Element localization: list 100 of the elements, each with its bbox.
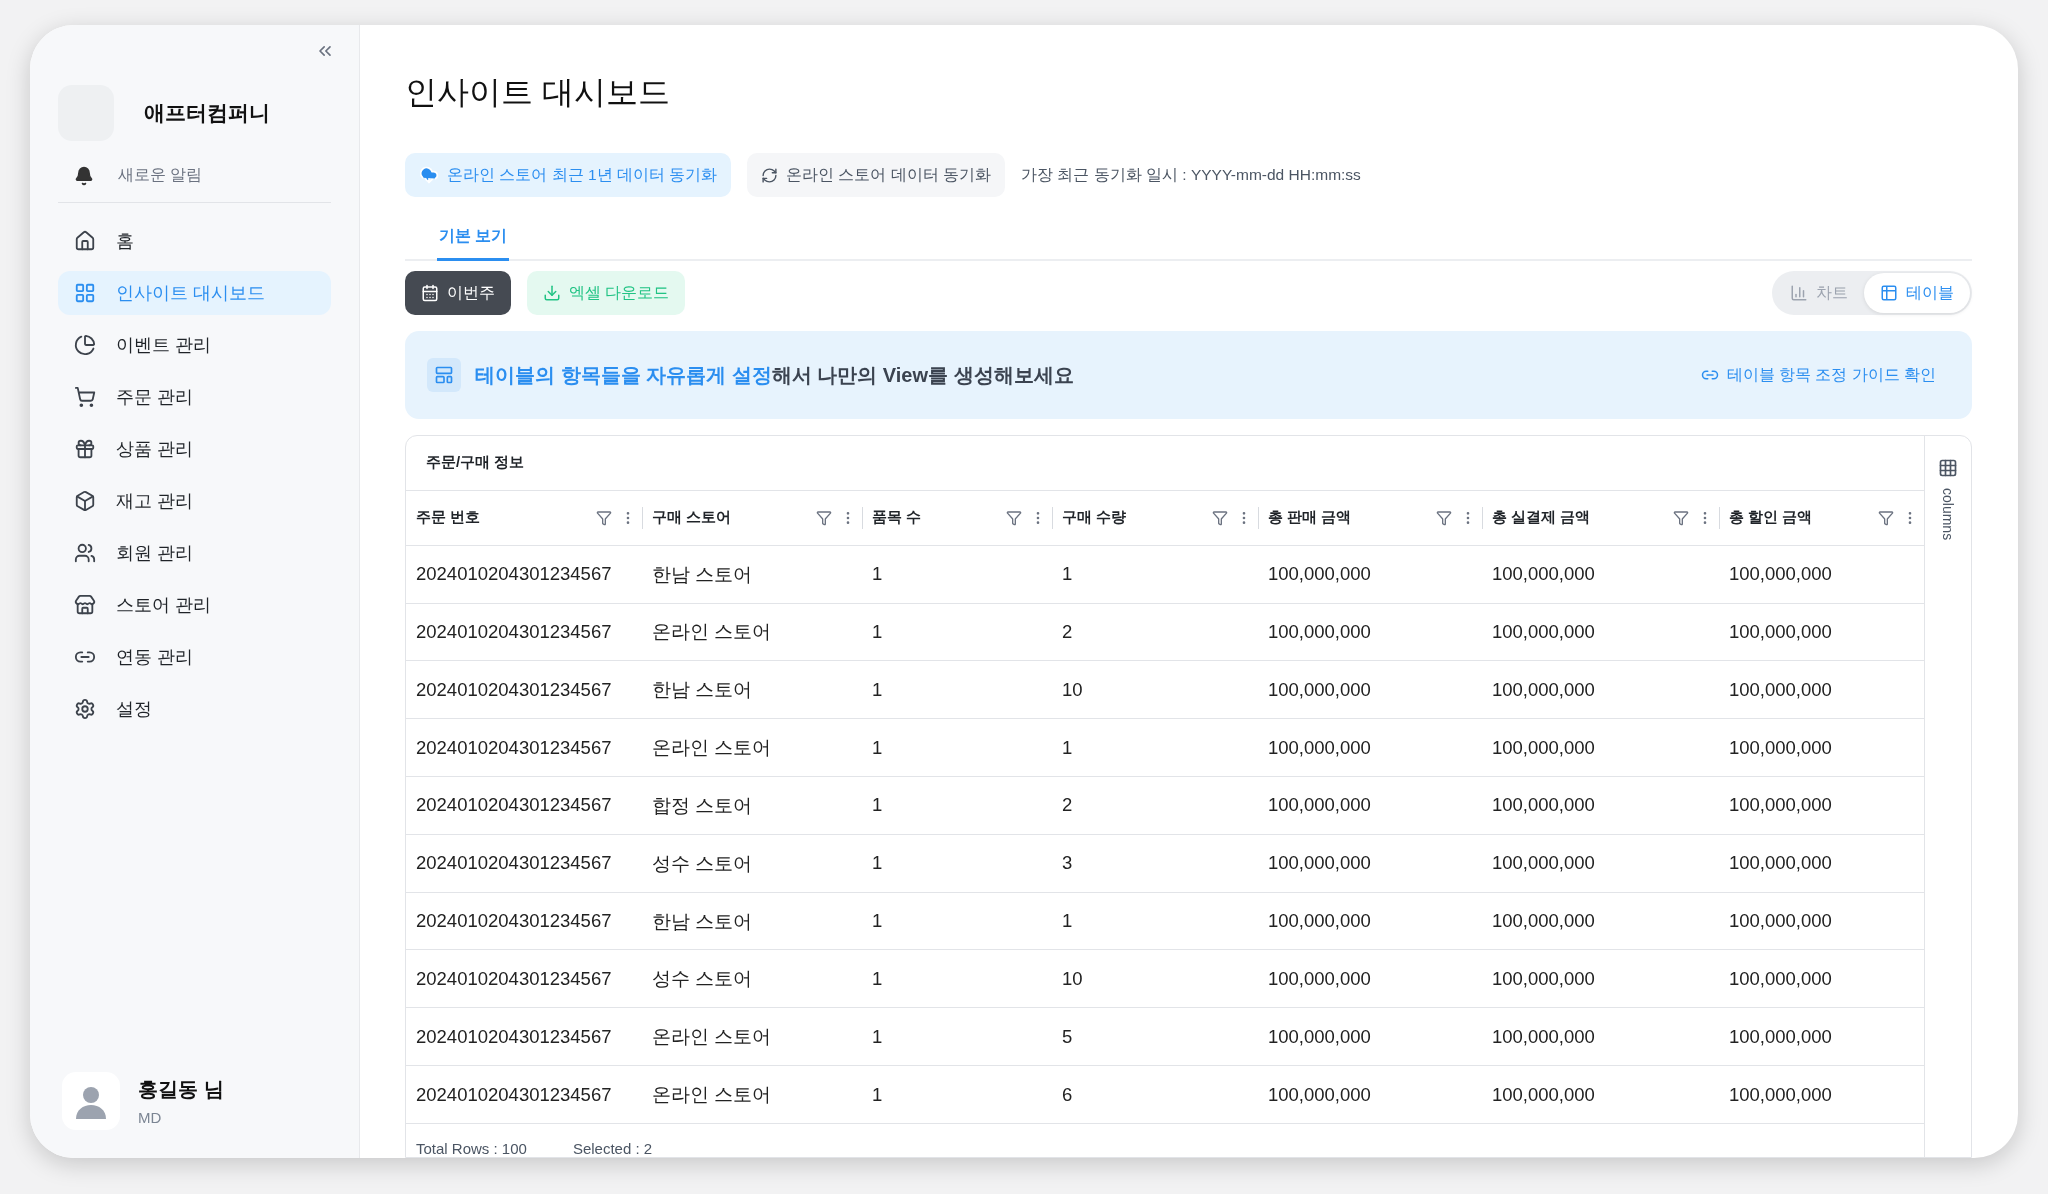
table-cell: 2024010204301234567 (416, 1025, 612, 1048)
selected-count-text: Selected : 2 (572, 1139, 653, 1157)
sidebar-item[interactable]: 스토어 관리 (58, 583, 331, 627)
sidebar-item[interactable]: 연동 관리 (58, 635, 331, 679)
columns-label[interactable]: columns (1940, 488, 1956, 541)
filter-icon[interactable] (816, 509, 832, 526)
table-cell: 2 (1062, 620, 1073, 643)
filter-icon[interactable] (1878, 509, 1894, 526)
table-cell: 1 (872, 736, 883, 759)
sidebar-item[interactable]: 회원 관리 (58, 531, 331, 575)
table-cell: 100,000,000 (1268, 620, 1371, 643)
table-cell: 100,000,000 (1492, 563, 1595, 586)
download-icon (543, 284, 561, 302)
sidebar-item[interactable]: 재고 관리 (58, 479, 331, 523)
table-cell: 1 (872, 1025, 883, 1048)
table-cell: 1 (872, 1083, 883, 1106)
table-cell: 1 (1062, 563, 1073, 586)
sidebar-item[interactable]: 홈 (58, 219, 331, 263)
table-cell: 100,000,000 (1729, 1083, 1832, 1106)
refresh-icon (761, 166, 779, 184)
avatar (62, 1072, 120, 1130)
table-cell: 100,000,000 (1492, 1025, 1595, 1048)
table-cell: 100,000,000 (1729, 563, 1832, 586)
users-icon (74, 542, 96, 564)
sidebar-item[interactable]: 주문 관리 (58, 375, 331, 419)
table-cell: 100,000,000 (1729, 910, 1832, 933)
table-cell: 2024010204301234567 (416, 967, 612, 990)
column-header: 구매 수량 (1062, 508, 1127, 528)
layout-icon (427, 358, 461, 392)
user-role: MD (138, 1109, 163, 1126)
table-cell-text: 온라인 스토어 (652, 1083, 772, 1108)
table-cell: 100,000,000 (1268, 794, 1371, 817)
table-cell: 10 (1062, 967, 1083, 990)
table-cell: 3 (1062, 852, 1073, 875)
table-cell: 1 (872, 620, 883, 643)
table-cell: 100,000,000 (1729, 678, 1832, 701)
table-cell: 100,000,000 (1268, 563, 1371, 586)
bar-chart-icon (1790, 284, 1808, 302)
column-header: 총 할인 금액 (1729, 508, 1813, 528)
column-header: 총 판매 금액 (1268, 508, 1352, 528)
pie-chart-icon (74, 334, 96, 356)
settings-icon (74, 698, 96, 720)
table-cell: 100,000,000 (1492, 852, 1595, 875)
table-cell: 2024010204301234567 (416, 678, 612, 701)
table-cell: 2024010204301234567 (416, 1083, 612, 1106)
store-icon (74, 594, 96, 616)
table-cell: 100,000,000 (1268, 967, 1371, 990)
table-cell: 2024010204301234567 (416, 852, 612, 875)
table-cell: 2024010204301234567 (416, 794, 612, 817)
filter-icon[interactable] (1673, 509, 1689, 526)
table-cell: 100,000,000 (1492, 1083, 1595, 1106)
table-cell: 1 (872, 678, 883, 701)
filter-icon[interactable] (1436, 509, 1452, 526)
table-cell: 100,000,000 (1729, 736, 1832, 759)
table-cell: 1 (872, 910, 883, 933)
table-cell: 100,000,000 (1268, 1025, 1371, 1048)
table-cell: 100,000,000 (1492, 910, 1595, 933)
table-cell: 100,000,000 (1268, 1083, 1371, 1106)
table-cell-text: 한남 스토어 (652, 909, 753, 934)
table-cell: 100,000,000 (1729, 620, 1832, 643)
table-cell: 100,000,000 (1268, 678, 1371, 701)
table-cell: 100,000,000 (1268, 852, 1371, 875)
filter-icon[interactable] (596, 509, 612, 526)
table-icon (1880, 284, 1898, 302)
table-cell-text: 합정 스토어 (652, 793, 753, 818)
filter-icon[interactable] (1212, 509, 1228, 526)
table-cell-text: 온라인 스토어 (652, 1025, 772, 1050)
filter-icon[interactable] (1006, 509, 1022, 526)
table-cell: 1 (1062, 910, 1073, 933)
grid-icon (74, 282, 96, 304)
table-cell: 100,000,000 (1268, 736, 1371, 759)
house-icon (74, 230, 96, 252)
table-cell: 100,000,000 (1729, 967, 1832, 990)
table-cell: 2 (1062, 794, 1073, 817)
notification-link[interactable]: 새로운 알림 (118, 165, 203, 186)
last-sync-text: 가장 최근 동기화 일시 : YYYY-mm-dd HH:mm:ss (1021, 164, 1361, 185)
column-header: 구매 스토어 (652, 508, 732, 528)
table-cell: 2024010204301234567 (416, 736, 612, 759)
table-cell-text: 온라인 스토어 (652, 620, 772, 645)
sidebar-item[interactable]: 상품 관리 (58, 427, 331, 471)
sync-button[interactable]: 온라인 스토어 데이터 동기화 (747, 153, 1006, 197)
table-cell: 1 (872, 794, 883, 817)
table-cell: 100,000,000 (1492, 794, 1595, 817)
table-cell: 100,000,000 (1492, 620, 1595, 643)
table-cell: 1 (872, 852, 883, 875)
table-cell-text: 온라인 스토어 (652, 736, 772, 761)
company-name: 애프터컴퍼니 (144, 100, 270, 126)
table-cell: 100,000,000 (1268, 910, 1371, 933)
gift-icon (74, 438, 96, 460)
columns-icon[interactable] (1938, 458, 1958, 478)
table-cell: 2024010204301234567 (416, 620, 612, 643)
banner-text: 테이블의 항목들을 자유롭게 설정해서 나만의 View를 생성해보세요 (475, 362, 1074, 388)
cloud-download-icon (419, 165, 439, 185)
bell-icon (74, 165, 94, 186)
table-cell-text: 성수 스토어 (652, 851, 753, 876)
table-cell: 100,000,000 (1729, 794, 1832, 817)
table-cell: 100,000,000 (1729, 1025, 1832, 1048)
period-button[interactable]: 이번주 (405, 271, 511, 315)
sidebar-item[interactable]: 이벤트 관리 (58, 323, 331, 367)
sidebar-item[interactable]: 설정 (58, 687, 331, 731)
